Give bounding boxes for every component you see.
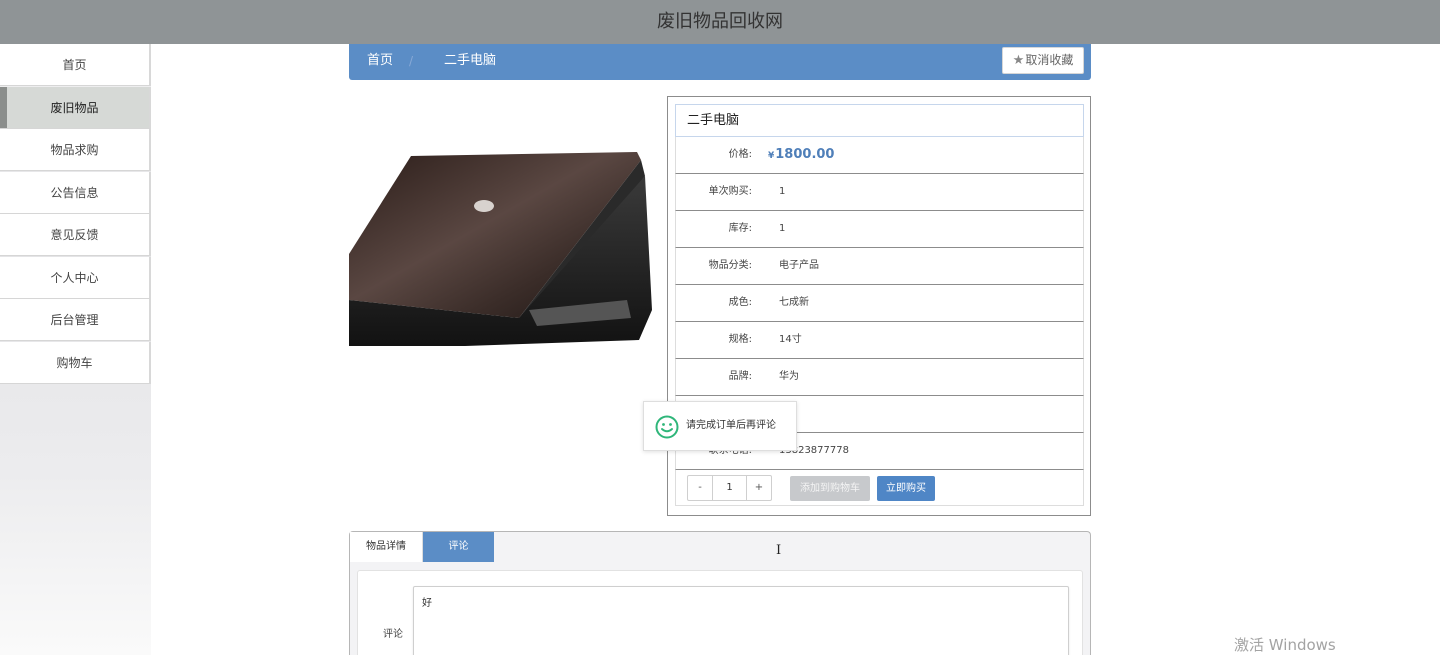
- add-to-cart-button[interactable]: 添加到购物车: [790, 476, 870, 501]
- comment-label: 评论: [383, 629, 403, 640]
- sidebar-item-cart[interactable]: 购物车: [0, 341, 151, 384]
- sidebar-item-waste-goods[interactable]: 废旧物品: [0, 86, 151, 129]
- top-header: 废旧物品回收网: [0, 0, 1440, 44]
- info-label: 规格:: [728, 334, 752, 345]
- comment-panel: 评论 好: [357, 570, 1083, 655]
- info-label: 物品分类:: [708, 260, 752, 271]
- sidebar-item-announcements[interactable]: 公告信息: [0, 171, 151, 214]
- info-value: 华为: [779, 371, 799, 382]
- product-image: [349, 152, 652, 362]
- info-row: 单次购买: 1: [675, 174, 1084, 211]
- info-value: 1: [779, 223, 786, 234]
- tab-details[interactable]: 物品详情: [350, 532, 423, 562]
- quantity-stepper: - 1 +: [687, 475, 772, 501]
- info-row: 物品分类: 电子产品: [675, 248, 1084, 285]
- info-row: 品牌: 华为: [675, 359, 1084, 396]
- sidebar-item-home[interactable]: 首页: [0, 44, 151, 86]
- info-label: 品牌:: [728, 371, 752, 382]
- quantity-input[interactable]: 1: [712, 476, 747, 500]
- product-info-card: 二手电脑 价格: ¥1800.00 单次购买: 1 库存: 1 物品分类: 电子…: [667, 96, 1091, 516]
- text-cursor-icon: I: [776, 543, 782, 558]
- purchase-row: - 1 + 添加到购物车 立即购买: [675, 470, 1084, 506]
- info-row: 规格: 14寸: [675, 322, 1084, 359]
- price-row: 价格: ¥1800.00: [675, 137, 1084, 174]
- breadcrumb: 首页 / 二手电脑 ★取消收藏: [349, 44, 1091, 80]
- sidebar: 首页 废旧物品 物品求购 公告信息 意见反馈 个人中心 后台管理 购物车: [0, 44, 151, 655]
- info-label: 单次购买:: [708, 186, 752, 197]
- info-row: 成色: 七成新: [675, 285, 1084, 322]
- site-title: 废旧物品回收网: [657, 11, 783, 32]
- info-value: 1: [779, 186, 786, 197]
- tab-comments[interactable]: 评论: [423, 532, 494, 562]
- windows-activation-watermark: 激活 Windows: [1234, 636, 1336, 654]
- buy-now-button[interactable]: 立即购买: [877, 476, 935, 501]
- info-value: 七成新: [779, 297, 809, 308]
- product-name: 二手电脑: [675, 104, 1084, 137]
- detail-tabs: 物品详情 评论 评论 好: [349, 531, 1091, 655]
- smile-icon: [655, 415, 679, 439]
- sidebar-item-feedback[interactable]: 意见反馈: [0, 214, 151, 256]
- toast-message: 请完成订单后再评论: [643, 401, 797, 451]
- info-label: 成色:: [728, 297, 752, 308]
- sidebar-item-admin[interactable]: 后台管理: [0, 299, 151, 341]
- breadcrumb-separator: /: [409, 54, 414, 68]
- sidebar-item-profile[interactable]: 个人中心: [0, 256, 151, 299]
- price-label: 价格:: [728, 149, 752, 160]
- comment-textarea[interactable]: 好: [413, 586, 1069, 655]
- info-label: 库存:: [728, 223, 752, 234]
- breadcrumb-current: 二手电脑: [444, 53, 497, 68]
- decrement-button[interactable]: -: [688, 476, 712, 500]
- info-row: 库存: 1: [675, 211, 1084, 248]
- breadcrumb-home[interactable]: 首页: [367, 44, 393, 78]
- unfavorite-button[interactable]: ★取消收藏: [1002, 47, 1084, 74]
- unfavorite-label: 取消收藏: [1025, 53, 1074, 67]
- star-icon: ★: [1012, 53, 1025, 68]
- price-value: ¥1800.00: [768, 147, 835, 162]
- increment-button[interactable]: +: [747, 476, 771, 500]
- sidebar-item-wanted[interactable]: 物品求购: [0, 129, 151, 171]
- info-value: 14寸: [779, 334, 802, 345]
- info-value: 电子产品: [779, 260, 819, 271]
- toast-text: 请完成订单后再评论: [686, 420, 776, 431]
